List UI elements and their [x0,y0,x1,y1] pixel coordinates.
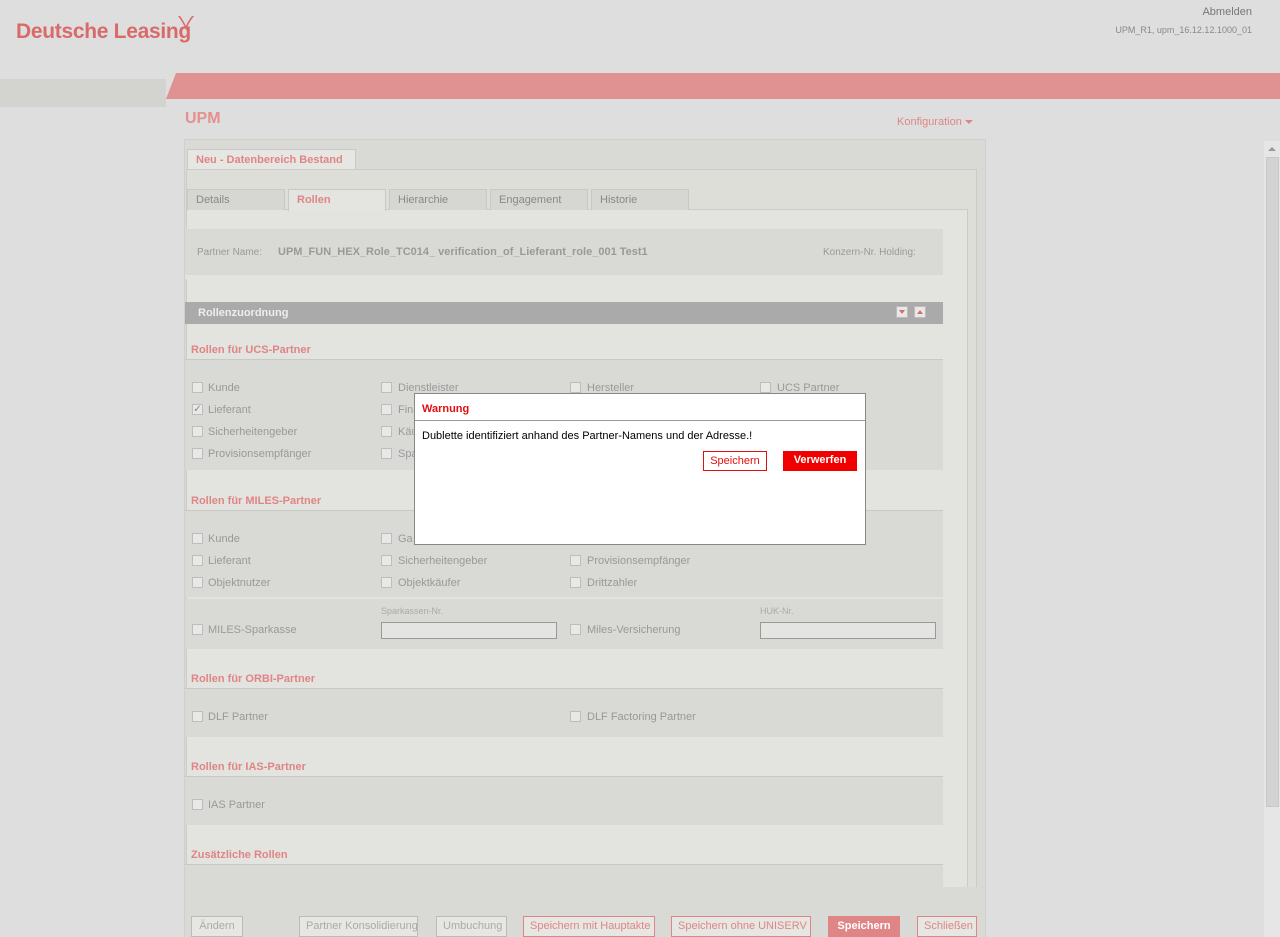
checkbox-label: Provisionsempfänger [208,448,312,460]
partner-konsolidierung-button[interactable]: Partner Konsolidierung [299,916,418,937]
dialog-save-button[interactable]: Speichern [703,451,767,471]
checkbox-ucs-sparkasse[interactable] [381,448,392,459]
checkbox-label: Sicherheitengeber [398,555,488,567]
dialog-divider [415,420,865,421]
logo-mark-icon [178,16,194,30]
checkbox-label: Objektkäufer [398,577,461,589]
speichern-ohne-uniserv-button[interactable]: Speichern ohne UNISERV [671,916,811,937]
section-title-ias: Rollen für IAS-Partner [191,761,306,773]
checkbox-label: MILES-Sparkasse [208,624,297,636]
config-menu[interactable]: Konfiguration [897,116,973,128]
checkbox-label: Lieferant [208,404,251,416]
checkbox-label: Lieferant [208,555,251,567]
section-title-ucs: Rollen für UCS-Partner [191,344,311,356]
checkbox-label: Drittzahler [587,577,638,589]
checkbox-miles-versicherung[interactable] [570,624,581,635]
speichern-button[interactable]: Speichern [828,916,900,937]
scrollbar-thumb[interactable] [1266,157,1279,807]
caret-down-icon [964,120,973,125]
tab-rollen[interactable]: Rollen [288,189,386,211]
checkbox-label: Sicherheitengeber [208,426,298,438]
section-orbi-box [185,689,943,737]
logout-link[interactable]: Abmelden [1202,6,1252,18]
sparkassen-nr-label: Sparkassen-Nr. [381,606,444,616]
config-menu-label: Konfiguration [897,116,962,128]
checkbox-miles-objektkaeufer[interactable] [381,577,392,588]
section-title-miles: Rollen für MILES-Partner [191,495,322,507]
checkbox-miles-garant[interactable] [381,533,392,544]
sparkassen-nr-input[interactable] [381,622,557,639]
checkbox-miles-sparkasse[interactable] [192,624,203,635]
checkbox-miles-objektnutzer[interactable] [192,577,203,588]
umbuchung-button[interactable]: Umbuchung [436,916,507,937]
partner-name-value: UPM_FUN_HEX_Role_TC014_ verification_of_… [278,246,648,258]
checkbox-ucs-kunde[interactable] [192,382,203,393]
scroll-up-icon[interactable] [1264,141,1280,157]
checkbox-ucs-partner[interactable] [760,382,771,393]
dialog-title: Warnung [422,403,470,415]
section-ias-box [185,777,943,825]
checkbox-orbi-dlf-factoring[interactable] [570,711,581,722]
speichern-mit-hauptakte-button[interactable]: Speichern mit Hauptakte [523,916,655,937]
nav-bar-left [0,79,166,107]
checkbox-label: Kunde [208,533,240,545]
huk-nr-label: HUK-Nr. [760,606,794,616]
user-info: UPM_R1, upm_16.12.12.1000_01 [1115,25,1252,35]
section-title-orbi: Rollen für ORBI-Partner [191,673,316,685]
aendern-button[interactable]: Ändern [191,916,243,937]
huk-nr-input[interactable] [760,622,936,639]
checkbox-ucs-finanzierer[interactable] [381,404,392,415]
konzern-label: Konzern-Nr. Holding: [823,247,916,258]
checkbox-orbi-dlf-partner[interactable] [192,711,203,722]
tab-engagement[interactable]: Engagement [490,189,588,210]
rollenzuordnung-header: Rollenzuordnung [185,302,943,324]
schliessen-button[interactable]: Schließen [917,916,977,937]
section-extra-box [185,865,943,887]
checkbox-label: DLF Partner [208,711,268,723]
dialog-discard-button[interactable]: Verwerfen [783,451,857,471]
checkbox-ucs-hersteller[interactable] [570,382,581,393]
section-title-zusaetzlich: Zusätzliche Rollen [191,849,288,861]
checkbox-ucs-kaeufer[interactable] [381,426,392,437]
checkbox-ucs-sicherheitengeber[interactable] [192,426,203,437]
checkbox-label: IAS Partner [208,799,265,811]
checkbox-label: Miles-Versicherung [587,624,681,636]
nav-bar-accent [166,73,1280,99]
collapse-icon[interactable] [914,306,926,318]
checkbox-miles-lieferant[interactable] [192,555,203,566]
partner-name-label: Partner Name: [197,247,263,258]
tab-neu-datenbereich-bestand[interactable]: Neu - Datenbereich Bestand [187,149,356,170]
tab-historie[interactable]: Historie [591,189,689,210]
checkbox-label: Objektnutzer [208,577,271,589]
checkbox-miles-kunde[interactable] [192,533,203,544]
checkbox-ucs-dienstleister[interactable] [381,382,392,393]
checkbox-label: Ga [398,533,413,545]
dialog-message: Dublette identifiziert anhand des Partne… [422,430,753,442]
checkbox-ucs-lieferant[interactable] [192,404,203,415]
checkbox-miles-provisionsempfaenger[interactable] [570,555,581,566]
page-title: UPM [185,110,221,127]
checkbox-label: Kunde [208,382,240,394]
tab-hierarchie[interactable]: Hierarchie [389,189,487,210]
checkbox-miles-drittzahler[interactable] [570,577,581,588]
checkbox-miles-sicherheitengeber[interactable] [381,555,392,566]
expand-all-icon[interactable] [896,306,908,318]
checkbox-ias-partner[interactable] [192,799,203,810]
deutsche-leasing-logo: Deutsche Leasing [16,20,191,43]
checkbox-label: Provisionsempfänger [587,555,691,567]
tab-details[interactable]: Details [187,189,285,210]
checkbox-ucs-provisionsempfaenger[interactable] [192,448,203,459]
checkbox-label: DLF Factoring Partner [587,711,696,723]
